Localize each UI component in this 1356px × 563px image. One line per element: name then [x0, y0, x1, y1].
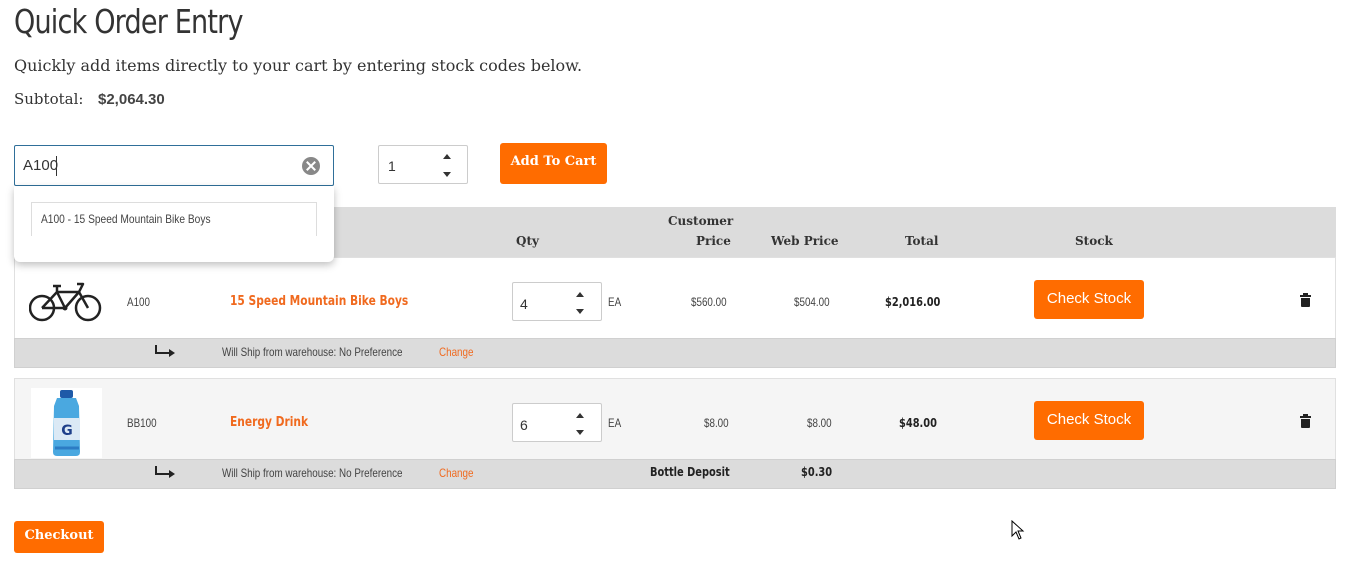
customer-price: $560.00 — [691, 295, 727, 309]
drink-image: G — [31, 388, 102, 458]
product-name-link[interactable]: 15 Speed Mountain Bike Boys — [230, 294, 447, 309]
ship-arrow-icon — [153, 466, 175, 478]
header-customer-price-line2: Price — [696, 234, 731, 248]
ship-warehouse-text: Will Ship from warehouse: No Preference — [222, 345, 403, 359]
autocomplete-dropdown: A100 - 15 Speed Mountain Bike Boys — [14, 186, 334, 262]
checkout-button[interactable]: Checkout — [14, 521, 104, 553]
row-qty-value: 6 — [520, 417, 528, 433]
mouse-pointer-icon — [1011, 520, 1025, 540]
increment-icon[interactable] — [443, 154, 451, 159]
decrement-icon[interactable] — [443, 172, 451, 177]
ship-warehouse-text: Will Ship from warehouse: No Preference — [222, 466, 403, 480]
header-customer-price-line1: Customer — [668, 214, 734, 228]
bike-image — [29, 282, 102, 322]
autocomplete-suggestion[interactable]: A100 - 15 Speed Mountain Bike Boys — [31, 202, 317, 236]
line-total: $2,016.00 — [885, 295, 941, 309]
web-price: $8.00 — [807, 416, 832, 430]
table-row: A100 15 Speed Mountain Bike Boys 4 EA $5… — [14, 257, 1336, 339]
entry-qty-value: 1 — [388, 158, 396, 174]
row-qty-stepper[interactable]: 4 — [512, 282, 602, 321]
customer-price: $8.00 — [704, 416, 729, 430]
subtotal-label: Subtotal: — [14, 90, 84, 108]
row-qty-value: 4 — [520, 296, 528, 312]
suggestion-label: A100 - 15 Speed Mountain Bike Boys — [41, 212, 211, 226]
svg-text:G: G — [61, 423, 73, 439]
header-qty: Qty — [516, 234, 539, 248]
web-price: $504.00 — [794, 295, 830, 309]
entry-qty-stepper[interactable]: 1 — [378, 145, 468, 184]
decrement-icon[interactable] — [576, 430, 584, 435]
unit-of-measure: EA — [608, 416, 622, 430]
clear-icon[interactable] — [302, 157, 320, 175]
text-caret — [56, 156, 57, 176]
row-qty-stepper[interactable]: 6 — [512, 403, 602, 442]
shipping-row: Will Ship from warehouse: No Preference … — [14, 338, 1336, 368]
decrement-icon[interactable] — [576, 309, 584, 314]
change-warehouse-link[interactable]: Change — [439, 345, 481, 359]
header-web-price: Web Price — [771, 234, 839, 248]
stock-code-value: A100 — [23, 157, 59, 174]
increment-icon[interactable] — [576, 292, 584, 297]
ship-arrow-icon — [153, 345, 175, 357]
page-subtitle: Quickly add items directly to your cart … — [14, 56, 583, 75]
subtotal-value: $2,064.30 — [98, 91, 165, 108]
header-total: Total — [905, 234, 939, 248]
line-total: $48.00 — [899, 416, 937, 430]
check-stock-button[interactable]: Check Stock — [1034, 401, 1144, 440]
header-stock: Stock — [1075, 234, 1113, 248]
trash-icon[interactable] — [1300, 414, 1311, 428]
unit-of-measure: EA — [608, 295, 622, 309]
shipping-row: Will Ship from warehouse: No Preference … — [14, 459, 1336, 489]
product-code: BB100 — [127, 416, 157, 430]
page-title: Quick Order Entry — [14, 2, 243, 41]
trash-icon[interactable] — [1300, 293, 1311, 307]
product-code: A100 — [127, 295, 150, 309]
deposit-label: Bottle Deposit — [650, 465, 730, 479]
product-name-link[interactable]: Energy Drink — [230, 415, 325, 430]
stock-code-input[interactable]: A100 — [14, 145, 334, 186]
change-warehouse-link[interactable]: Change — [439, 466, 481, 480]
deposit-value: $0.30 — [801, 465, 833, 479]
increment-icon[interactable] — [576, 413, 584, 418]
add-to-cart-button[interactable]: Add To Cart — [500, 143, 607, 184]
check-stock-button[interactable]: Check Stock — [1034, 280, 1144, 319]
table-row: G BB100 Energy Drink 6 EA $8.00 $8.00 $4… — [14, 378, 1336, 460]
